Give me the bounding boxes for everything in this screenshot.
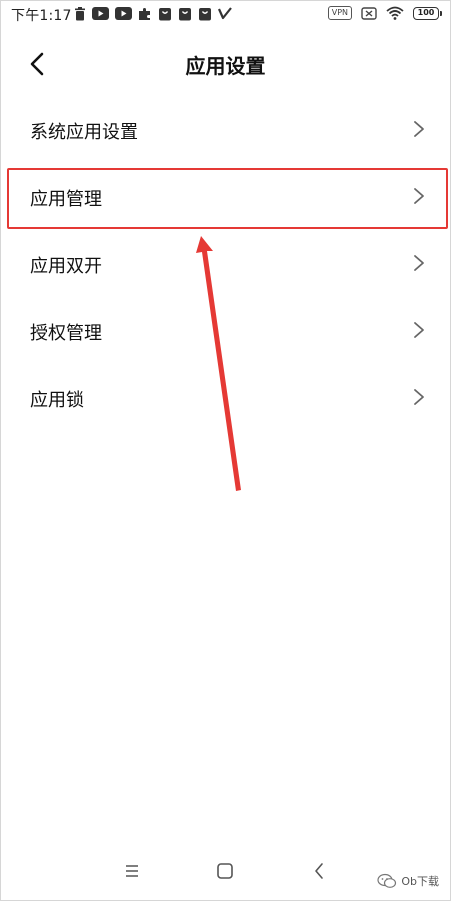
- v-check-icon: [218, 7, 232, 20]
- back-icon[interactable]: [308, 860, 330, 882]
- shopping-bag-icon: [159, 8, 171, 21]
- list-item-system-app-settings[interactable]: 系统应用设置: [0, 96, 451, 162]
- list-item-label: 授权管理: [30, 323, 102, 344]
- youtube-icon: [92, 7, 109, 20]
- list-item-label: 应用管理: [30, 189, 102, 210]
- wechat-icon: [377, 873, 397, 888]
- list-item-app-management[interactable]: 应用管理: [0, 163, 451, 229]
- list-item-label: 应用双开: [30, 256, 102, 277]
- page-title: 应用设置: [185, 54, 266, 78]
- wifi-icon: [386, 6, 404, 20]
- list-item-label: 系统应用设置: [30, 122, 138, 143]
- menu-icon[interactable]: [121, 860, 143, 882]
- list-item-permission-management[interactable]: 授权管理: [0, 297, 451, 363]
- notification-icons: [74, 6, 232, 21]
- youtube-icon: [115, 7, 132, 20]
- shopping-bag-icon: [179, 8, 191, 21]
- status-bar: 下午1:17 VPN 100: [0, 0, 451, 28]
- list-item-label: 应用锁: [30, 390, 84, 411]
- system-icons: VPN 100: [327, 6, 442, 20]
- no-sim-icon: [361, 6, 377, 20]
- list-item-app-lock[interactable]: 应用锁: [0, 364, 451, 430]
- status-time: 下午1:17: [11, 8, 72, 24]
- battery-level: 100: [417, 8, 435, 17]
- watermark: Ob下载: [377, 873, 439, 889]
- puzzle-icon: [139, 7, 150, 20]
- vpn-badge: VPN: [327, 6, 352, 20]
- chevron-right-icon: [414, 188, 424, 204]
- shopping-bag-icon: [199, 8, 211, 21]
- header: 应用设置: [0, 40, 451, 86]
- battery-icon: 100: [413, 6, 442, 20]
- home-icon[interactable]: [214, 860, 236, 882]
- list-item-dual-apps[interactable]: 应用双开: [0, 230, 451, 296]
- trash-icon: [75, 6, 85, 20]
- chevron-right-icon: [414, 255, 424, 271]
- watermark-text: Ob下载: [401, 875, 439, 888]
- chevron-right-icon: [414, 389, 424, 405]
- chevron-right-icon: [414, 322, 424, 338]
- chevron-right-icon: [414, 121, 424, 137]
